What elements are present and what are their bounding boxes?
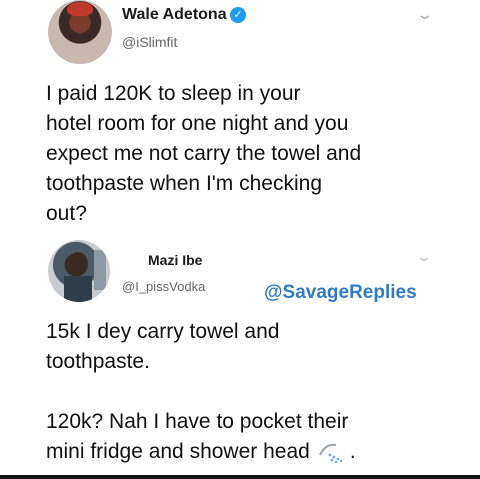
chevron-down-icon[interactable]: ⌄ <box>415 6 434 23</box>
avatar[interactable] <box>48 0 112 64</box>
tweet-text-end: . <box>349 440 356 463</box>
avatar-photo <box>64 250 106 302</box>
tweet-text: 15k I dey carry towel and toothpaste. 12… <box>46 317 466 467</box>
tweet-text-body: 15k I dey carry towel and toothpaste. 12… <box>46 320 349 463</box>
bottom-divider <box>0 475 480 479</box>
user-handle[interactable]: @iSlimfit <box>122 34 177 50</box>
display-name[interactable]: Wale Adetona <box>122 6 227 24</box>
shower-head-icon <box>318 444 343 464</box>
verified-badge-icon: ✓ <box>230 7 246 23</box>
user-handle[interactable]: @I_pissVodka <box>122 279 205 294</box>
avatar[interactable] <box>48 240 110 302</box>
chevron-down-icon[interactable]: ⌄ <box>416 250 432 264</box>
tweet-original: Wale Adetona ✓ @iSlimfit ⌄ I paid 120K t… <box>0 0 480 240</box>
watermark-text: @SavageReplies <box>264 282 417 303</box>
display-name[interactable]: Mazi Ibe <box>148 252 202 268</box>
tweet-reply: Mazi Ibe @I_pissVodka ⌄ @SavageReplies 1… <box>0 232 480 479</box>
tweet-text: I paid 120K to sleep in your hotel room … <box>46 82 362 225</box>
